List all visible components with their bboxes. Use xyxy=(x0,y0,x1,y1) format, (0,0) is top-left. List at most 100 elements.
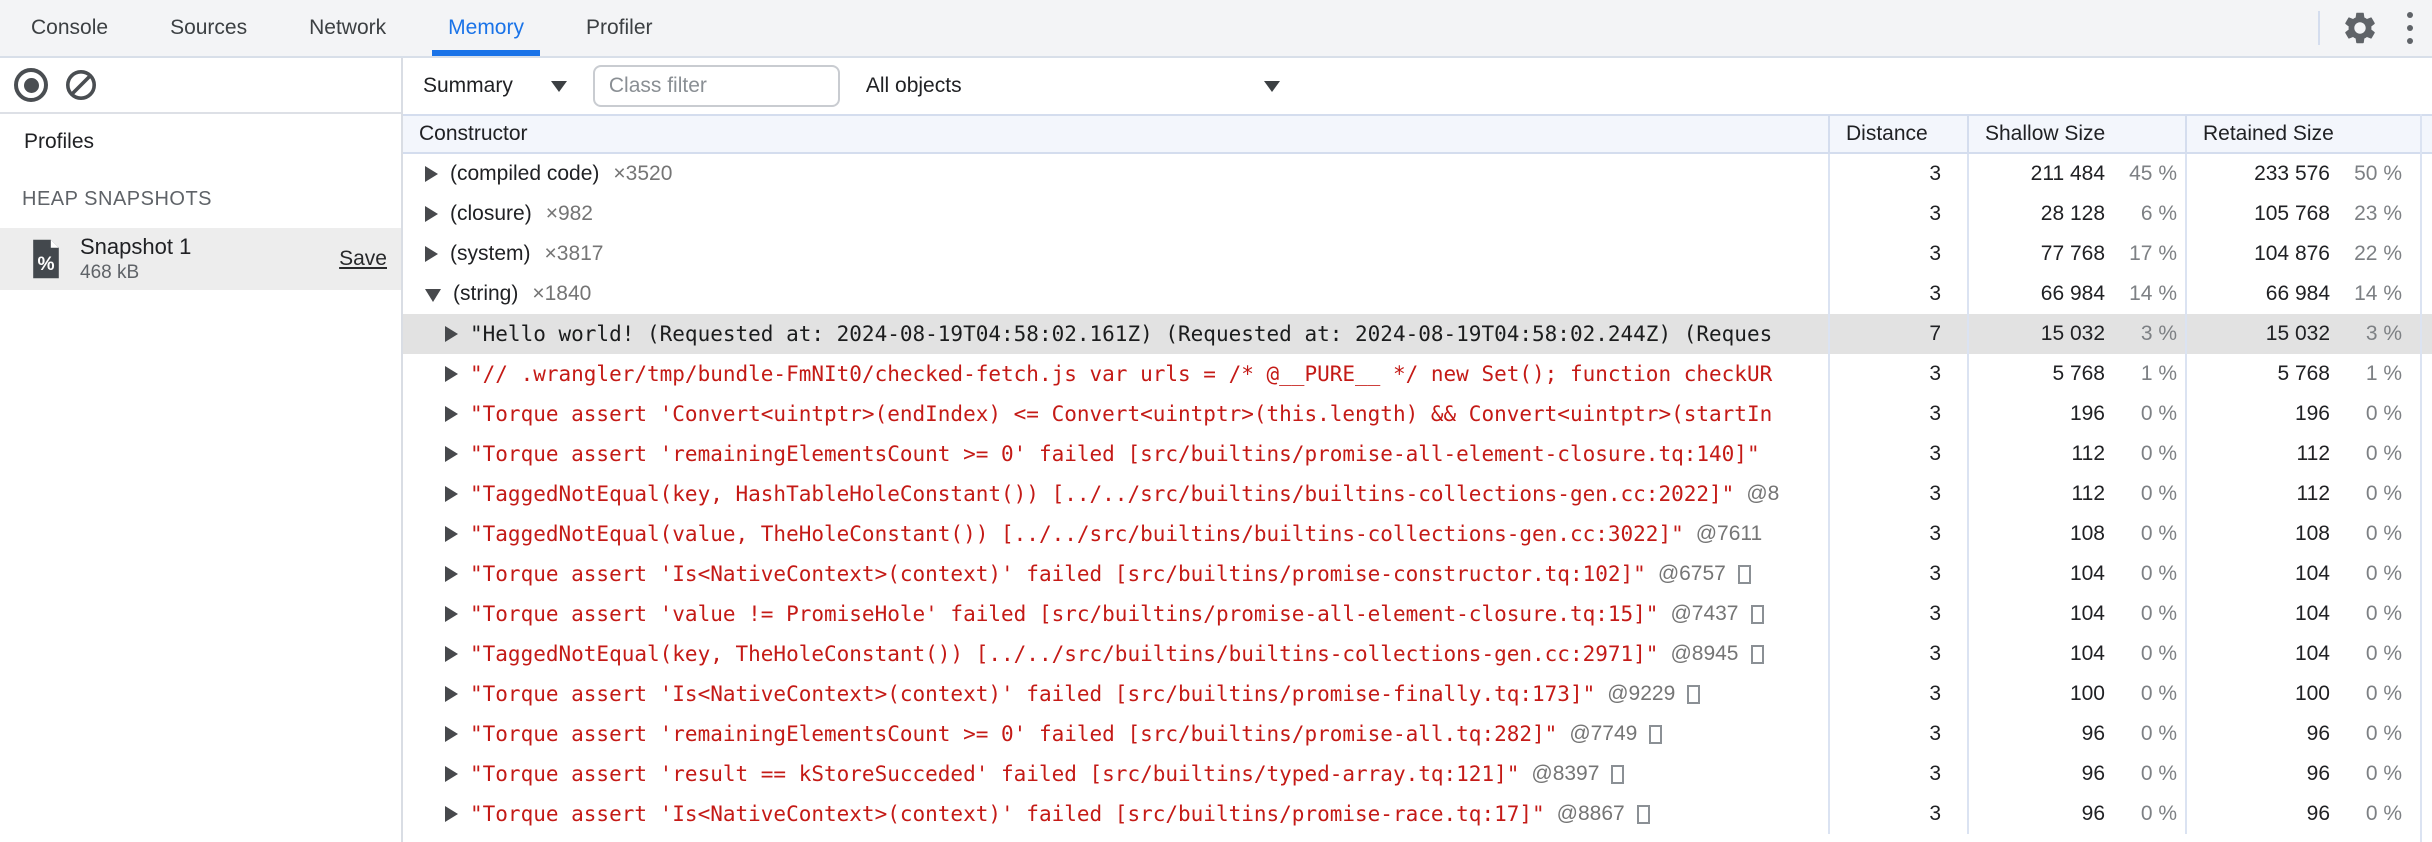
table-row[interactable]: (compiled code) ×3520 3 211 484 45 % 233 576 5… xyxy=(403,154,2432,194)
class-filter-input[interactable] xyxy=(592,65,840,107)
string-value: "TaggedNotEqual(value, TheHoleConstant()… xyxy=(470,522,1684,546)
retained-size-cell: 112 0 % xyxy=(2185,434,2432,474)
constructor-cell[interactable]: "Torque assert 'Convert<uintptr>(endInde… xyxy=(403,394,1828,434)
table-row[interactable]: "Torque assert 'Is<NativeContext>(contex… xyxy=(403,794,2432,834)
tab-memory[interactable]: Memory xyxy=(432,0,540,56)
table-row[interactable]: (closure) ×982 3 28 128 6 % 105 768 23 % xyxy=(403,194,2432,234)
size-percent: 6 % xyxy=(2140,202,2177,225)
string-value: "TaggedNotEqual(key, TheHoleConstant()) … xyxy=(470,642,1659,666)
more-options-kebab-icon[interactable] xyxy=(2388,0,2432,56)
constructor-cell[interactable]: "Torque assert 'Is<NativeContext>(contex… xyxy=(403,794,1828,834)
distance-cell: 3 xyxy=(1828,594,1967,634)
disclosure-triangle-icon[interactable] xyxy=(445,606,458,622)
retained-size-cell: 196 0 % xyxy=(2185,394,2432,434)
disclosure-triangle-icon[interactable] xyxy=(425,289,441,302)
table-row[interactable]: "TaggedNotEqual(key, TheHoleConstant()) … xyxy=(403,634,2432,674)
size-percent: 0 % xyxy=(2140,682,2177,705)
retained-size-cell: 100 0 % xyxy=(2185,674,2432,714)
table-row[interactable]: "Torque assert 'result == kStoreSucceded… xyxy=(403,754,2432,794)
size-bytes: 211 484 xyxy=(2030,162,2105,185)
size-bytes: 5 768 xyxy=(2052,362,2105,385)
disclosure-triangle-icon[interactable] xyxy=(445,646,458,662)
size-bytes: 112 xyxy=(2071,442,2105,465)
tab-network[interactable]: Network xyxy=(293,0,402,56)
constructor-cell[interactable]: "TaggedNotEqual(key, HashTableHoleConsta… xyxy=(403,474,1828,514)
tab-console[interactable]: Console xyxy=(15,0,124,56)
column-header-retained-size[interactable]: Retained Size xyxy=(2185,116,2432,152)
constructor-cell[interactable]: (system) ×3817 xyxy=(403,234,1828,274)
constructor-cell[interactable]: (compiled code) ×3520 xyxy=(403,154,1828,194)
constructor-cell[interactable]: "TaggedNotEqual(key, TheHoleConstant()) … xyxy=(403,634,1828,674)
shallow-size-cell: 104 0 % xyxy=(1967,634,2185,674)
open-element-icon[interactable] xyxy=(1750,604,1764,624)
constructor-cell[interactable]: "Torque assert 'remainingElementsCount >… xyxy=(403,434,1828,474)
tab-profiler[interactable]: Profiler xyxy=(570,0,669,56)
column-header-shallow-size[interactable]: Shallow Size xyxy=(1967,116,2185,152)
disclosure-triangle-icon[interactable] xyxy=(445,526,458,542)
string-value: "Torque assert 'result == kStoreSucceded… xyxy=(470,762,1520,786)
sidebar-item-snapshot-1[interactable]: % Snapshot 1 468 kB Save xyxy=(0,228,401,290)
table-row[interactable]: (system) ×3817 3 77 768 17 % 104 876 22 % xyxy=(403,234,2432,274)
constructor-cell[interactable]: "Torque assert 'Is<NativeContext>(contex… xyxy=(403,554,1828,594)
constructor-cell[interactable]: (string) ×1840 xyxy=(403,274,1828,314)
disclosure-triangle-icon[interactable] xyxy=(425,166,438,182)
distance-cell: 3 xyxy=(1828,634,1967,674)
disclosure-triangle-icon[interactable] xyxy=(425,206,438,222)
table-row[interactable]: "Torque assert 'remainingElementsCount >… xyxy=(403,434,2432,474)
constructor-cell[interactable]: "Torque assert 'value != PromiseHole' fa… xyxy=(403,594,1828,634)
record-heap-snapshot-icon[interactable] xyxy=(14,68,48,102)
open-element-icon[interactable] xyxy=(1737,564,1751,584)
string-value: "Torque assert 'Convert<uintptr>(endInde… xyxy=(470,402,1773,426)
disclosure-triangle-icon[interactable] xyxy=(445,566,458,582)
disclosure-triangle-icon[interactable] xyxy=(445,326,458,342)
disclosure-triangle-icon[interactable] xyxy=(445,486,458,502)
snapshot-size: 468 kB xyxy=(80,261,140,283)
save-snapshot-link[interactable]: Save xyxy=(339,247,391,271)
open-element-icon[interactable] xyxy=(1649,724,1663,744)
table-row[interactable]: "// .wrangler/tmp/bundle-FmNIt0/checked-… xyxy=(403,354,2432,394)
clear-profiles-icon[interactable] xyxy=(64,68,98,102)
constructor-cell[interactable]: "Hello world! (Requested at: 2024-08-19T… xyxy=(403,314,1828,354)
objects-filter-select[interactable]: All objects xyxy=(852,74,1280,98)
table-row[interactable]: "Torque assert 'value != PromiseHole' fa… xyxy=(403,594,2432,634)
open-element-icon[interactable] xyxy=(1750,644,1764,664)
table-row[interactable]: "Torque assert 'remainingElementsCount >… xyxy=(403,714,2432,754)
settings-gear-icon[interactable] xyxy=(2332,0,2388,56)
table-row[interactable]: "Torque assert 'Is<NativeContext>(contex… xyxy=(403,674,2432,714)
disclosure-triangle-icon[interactable] xyxy=(445,806,458,822)
distance-cell: 3 xyxy=(1828,274,1967,314)
disclosure-triangle-icon[interactable] xyxy=(445,406,458,422)
perspective-select[interactable]: Summary xyxy=(423,74,567,98)
size-bytes: 100 xyxy=(2069,682,2105,705)
size-percent: 0 % xyxy=(2365,562,2402,585)
constructor-cell[interactable]: "TaggedNotEqual(value, TheHoleConstant()… xyxy=(403,514,1828,554)
open-element-icon[interactable] xyxy=(1611,764,1625,784)
size-bytes: 104 876 xyxy=(2254,242,2330,265)
constructor-cell[interactable]: "Torque assert 'result == kStoreSucceded… xyxy=(403,754,1828,794)
disclosure-triangle-icon[interactable] xyxy=(445,766,458,782)
table-row[interactable]: "Torque assert 'Is<NativeContext>(contex… xyxy=(403,554,2432,594)
disclosure-triangle-icon[interactable] xyxy=(445,446,458,462)
tab-sources[interactable]: Sources xyxy=(154,0,263,56)
disclosure-triangle-icon[interactable] xyxy=(445,726,458,742)
disclosure-triangle-icon[interactable] xyxy=(445,686,458,702)
object-id: @9229 xyxy=(1607,682,1676,705)
table-row[interactable]: (string) ×1840 3 66 984 14 % 66 984 14 % xyxy=(403,274,2432,314)
constructor-cell[interactable]: "Torque assert 'remainingElementsCount >… xyxy=(403,714,1828,754)
disclosure-triangle-icon[interactable] xyxy=(445,366,458,382)
size-percent: 0 % xyxy=(2365,642,2402,665)
table-row[interactable]: "TaggedNotEqual(key, HashTableHoleConsta… xyxy=(403,474,2432,514)
constructor-cell[interactable]: "Torque assert 'Is<NativeContext>(contex… xyxy=(403,674,1828,714)
constructor-cell[interactable]: (closure) ×982 xyxy=(403,194,1828,234)
table-row[interactable]: "Torque assert 'Convert<uintptr>(endInde… xyxy=(403,394,2432,434)
constructor-cell[interactable]: "// .wrangler/tmp/bundle-FmNIt0/checked-… xyxy=(403,354,1828,394)
size-bytes: 96 xyxy=(2306,762,2330,785)
column-header-constructor[interactable]: Constructor xyxy=(403,116,1828,152)
size-percent: 0 % xyxy=(2365,482,2402,505)
table-row[interactable]: "Hello world! (Requested at: 2024-08-19T… xyxy=(403,314,2432,354)
open-element-icon[interactable] xyxy=(1687,684,1701,704)
open-element-icon[interactable] xyxy=(1636,804,1650,824)
table-row[interactable]: "TaggedNotEqual(value, TheHoleConstant()… xyxy=(403,514,2432,554)
column-header-distance[interactable]: Distance xyxy=(1828,116,1967,152)
disclosure-triangle-icon[interactable] xyxy=(425,246,438,262)
